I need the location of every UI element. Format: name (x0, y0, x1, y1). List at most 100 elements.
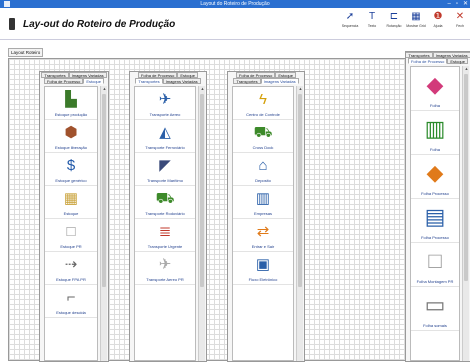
app-icon[interactable] (4, 1, 10, 7)
tab-transportes[interactable]: Transportes (233, 78, 261, 84)
palette-item[interactable]: ▣ Fluxo Eletrônico (233, 252, 293, 285)
tab-estoque[interactable]: Estoque (447, 58, 469, 64)
palette-item-label: Transporte Aereo PR (146, 277, 184, 282)
shape-icon: ▙ (65, 91, 77, 108)
toolbar-rotate-button[interactable]: ⊏ Rotanção (384, 10, 404, 28)
palette-item-label: Folha Processo (421, 235, 449, 240)
panel-tabs: Transportes Imagens Variadas Folha de Proc… (40, 72, 108, 84)
scroll-thumb[interactable] (102, 94, 106, 287)
toolbar-label: Rotanção (386, 24, 402, 28)
app-logo-icon (9, 18, 15, 30)
page-title: Lay-out do Roteiro de Produção (23, 19, 176, 30)
toolbar-arrow-button[interactable]: ➚ Sequencia (340, 10, 360, 28)
help-icon: ❶ (433, 11, 443, 22)
minimize-icon[interactable]: ‒ (447, 0, 450, 8)
palette-item[interactable]: ⛟ Transporte Rodoviário (135, 186, 195, 219)
palette-list: ✈ Transporte Aereo ◭ Transporte Ferroviário… (134, 86, 196, 361)
shape-icon: ⇄ (256, 223, 270, 240)
palette-item-label: Estoque genérico (55, 178, 87, 183)
tab-layout-roteiro[interactable]: Layout Roteiro (8, 48, 44, 57)
app-header: Lay-out do Roteiro de Produção ➚ Sequenci… (0, 8, 470, 40)
shape-icon: ▭ (424, 292, 446, 317)
palette-item[interactable]: ⇄ Entrar e Sair (233, 219, 293, 252)
shape-icon: ◆ (426, 160, 444, 185)
shape-icon: □ (428, 248, 442, 273)
toolbar-close-button[interactable]: ✕ Fech (450, 10, 470, 28)
palette-item[interactable]: ✈ Transporte Aereo PR (135, 252, 195, 285)
palette-item[interactable]: □ Estoque PR (45, 219, 97, 252)
palette-item[interactable]: ≣ Transporte Urgente (135, 219, 195, 252)
palette-item[interactable]: ▭ Folha somais (411, 287, 459, 331)
palette-item[interactable]: ◭ Transporte Ferroviário (135, 120, 195, 153)
scrollbar[interactable]: ▲ (100, 86, 107, 361)
palette-item-label: Estoque produção (54, 112, 88, 117)
scroll-up-icon[interactable]: ▲ (297, 86, 304, 91)
shape-icon: ⬢ (64, 124, 78, 141)
toolbar-label: Sequencia (341, 24, 359, 28)
panel-tabs: Folha de Processo Estoque Transportes Image… (228, 72, 304, 84)
scrollbar[interactable]: ▲ (296, 86, 303, 361)
palette-item-label: Folha (429, 147, 440, 152)
shape-icon: ✈ (158, 256, 172, 273)
palette-item[interactable]: ◤ Transporte Marítimo (135, 153, 195, 186)
tab-imagens-variadas[interactable]: Imagens Variadas (162, 78, 201, 84)
palette-item[interactable]: ◆ Folha Processo (411, 155, 459, 199)
tab-estoque[interactable]: Estoque (83, 78, 105, 84)
shape-icon: ▣ (255, 256, 271, 273)
tab-transportes[interactable]: Transportes (135, 78, 163, 84)
shape-icon: □ (66, 223, 76, 240)
scroll-up-icon[interactable]: ▲ (101, 86, 108, 91)
tab-folha-de-processo[interactable]: Folha de Processo (407, 58, 448, 64)
palette-item-label: Estoque liberação (54, 145, 88, 150)
rotate-icon: ⊏ (389, 11, 399, 22)
palette-item[interactable]: ϟ Centro de Controle (233, 87, 293, 120)
close-window-icon[interactable]: ✕ (463, 0, 468, 8)
toolbar-text-button[interactable]: T Texto (362, 10, 382, 28)
palette-item-label: Transporte Urgente (147, 244, 183, 249)
palette-list: ◆ Folha ▥ Folha ◆ Folha Processo ▤ Folha Proces… (410, 66, 460, 361)
palette-item[interactable]: ◆ Folha (411, 67, 459, 111)
palette-panel-folha: Transportes Imagens Variadas Folha de Proc… (405, 51, 470, 362)
palette-item-label: Folha Processo (421, 191, 449, 196)
palette-item[interactable]: ⌂ Deposito (233, 153, 293, 186)
palette-item[interactable]: ▥ Empresas (233, 186, 293, 219)
shape-icon: ⌐ (66, 289, 76, 306)
maximize-icon[interactable]: ▫ (456, 0, 458, 8)
palette-item[interactable]: ✈ Transporte Aereo (135, 87, 195, 120)
palette-item[interactable]: ▥ Folha (411, 111, 459, 155)
palette-item[interactable]: ⇢ Estoque FPA PR (45, 252, 97, 285)
shape-icon: ⌂ (258, 157, 268, 174)
palette-item-label: Transporte Ferroviário (145, 145, 185, 150)
tab-folha-de-processo[interactable]: Folha de Processo (43, 78, 84, 84)
panel-tabs: Transportes Imagens Variadas Folha de Proc… (406, 52, 470, 64)
scroll-up-icon[interactable]: ▲ (463, 66, 470, 71)
layout-canvas[interactable]: Transportes Imagens Variadas Folha de Proc… (8, 51, 470, 362)
palette-item[interactable]: $ Estoque genérico (45, 153, 97, 186)
tab-imagens-variadas[interactable]: Imagens Variadas (260, 78, 299, 84)
scroll-thumb[interactable] (200, 94, 204, 287)
shape-icon: ⛟ (155, 190, 175, 207)
palette-item-label: Folha Montagem PR (416, 279, 454, 284)
scrollbar[interactable]: ▲ (198, 86, 205, 361)
scrollbar[interactable]: ▲ (462, 66, 469, 361)
toolbar-label: Ajuda (433, 24, 443, 28)
palette-item[interactable]: ⛟ Cross Dock (233, 120, 293, 153)
scroll-up-icon[interactable]: ▲ (199, 86, 206, 91)
toolbar-help-button[interactable]: ❶ Ajuda (428, 10, 448, 28)
window-title: Layout do Roteiro de Produção (200, 1, 270, 7)
palette-item-label: Deposito (255, 178, 271, 183)
palette-item[interactable]: ⌐ Estoque descida (45, 285, 97, 318)
text-icon: T (368, 11, 376, 22)
palette-item-label: Transporte Rodoviário (145, 211, 185, 216)
scroll-thumb[interactable] (464, 74, 468, 281)
palette-item-label: Estoque descida (56, 310, 86, 315)
palette-item-label: Estoque (63, 211, 79, 216)
palette-item[interactable]: □ Folha Montagem PR (411, 243, 459, 287)
palette-item[interactable]: ▦ Estoque (45, 186, 97, 219)
scroll-thumb[interactable] (298, 94, 302, 287)
palette-item[interactable]: ⬢ Estoque liberação (45, 120, 97, 153)
palette-item[interactable]: ▤ Folha Processo (411, 199, 459, 243)
palette-item[interactable]: ▙ Estoque produção (45, 87, 97, 120)
toolbar-grid-button[interactable]: ▦ Mostrar Grid (406, 10, 426, 28)
palette-item-label: Transporte Aereo (149, 112, 181, 117)
